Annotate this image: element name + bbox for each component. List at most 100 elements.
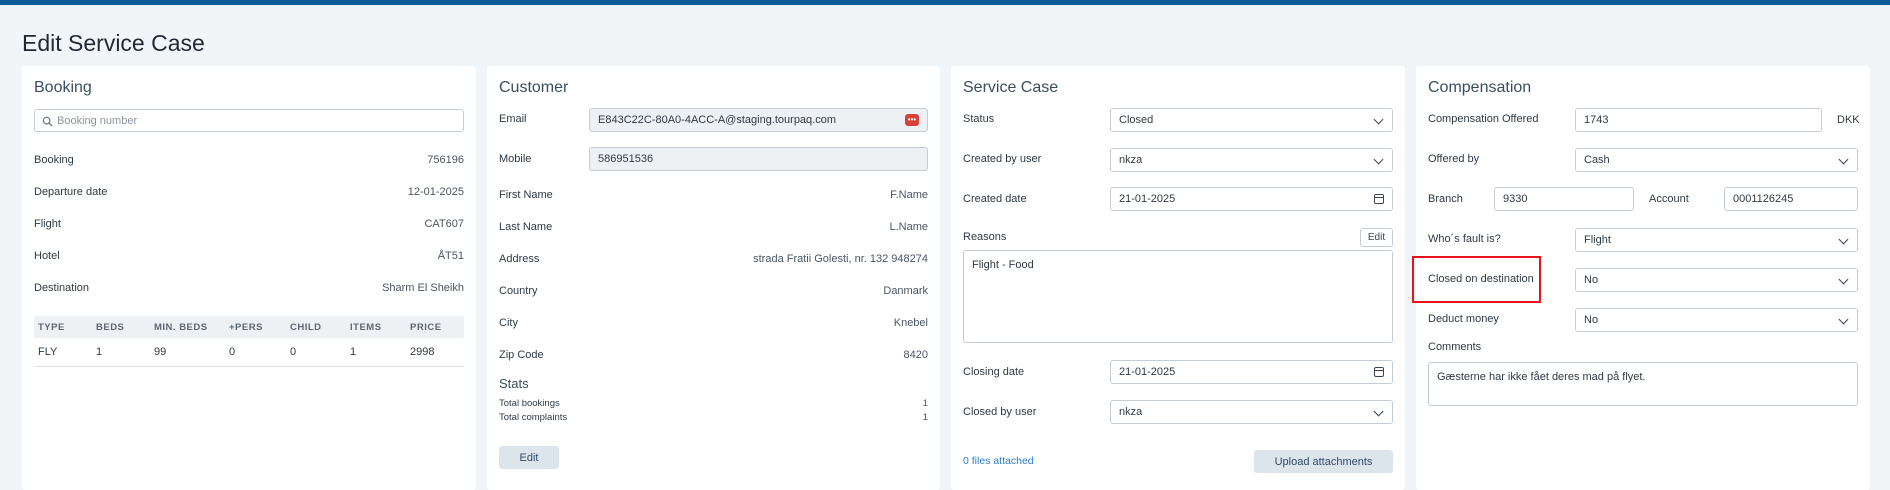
field-value: L.Name xyxy=(889,221,928,233)
created-date-value: 21-01-2025 xyxy=(1119,193,1176,205)
booking-table: TYPE BEDS MIN. BEDS +PERS CHILD ITEMS PR… xyxy=(34,316,464,367)
reasons-row: Reasons xyxy=(963,223,1393,251)
field-value: 12-01-2025 xyxy=(407,186,464,198)
booking-search-input[interactable]: Booking number xyxy=(34,109,464,132)
chevron-down-icon xyxy=(1373,114,1384,125)
page-title: Edit Service Case xyxy=(22,30,205,56)
table-cell: 1 xyxy=(92,338,150,367)
table-cell: 1 xyxy=(346,338,406,367)
stats-row: Total complaints 1 xyxy=(499,410,928,424)
customer-field: Country Danmark xyxy=(499,277,928,305)
customer-field: City Knebel xyxy=(499,309,928,337)
search-icon xyxy=(42,116,53,127)
mobile-label: Mobile xyxy=(499,153,532,165)
closed-destination-value: No xyxy=(1584,274,1599,286)
booking-field: Hotel ÅT51 xyxy=(34,242,464,270)
field-value: Sharm El Sheikh xyxy=(382,282,464,294)
chevron-down-icon xyxy=(1838,314,1849,325)
customer-field: Zip Code 8420 xyxy=(499,341,928,369)
password-manager-icon[interactable]: ••• xyxy=(905,114,919,126)
col-header: ITEMS xyxy=(346,316,406,338)
table-row[interactable]: FLY 1 99 0 0 1 2998 xyxy=(34,338,464,367)
created-date-field[interactable]: 21-01-2025 xyxy=(1110,187,1393,211)
offered-by-select[interactable]: Cash xyxy=(1575,148,1858,172)
customer-title: Customer xyxy=(499,79,569,96)
deduct-value: No xyxy=(1584,314,1599,326)
compensation-offered-field[interactable]: 1743 xyxy=(1575,108,1822,132)
account-label: Account xyxy=(1649,193,1689,205)
mobile-field[interactable]: 586951536 xyxy=(589,147,928,171)
customer-card: Customer Email E843C22C-80A0-4ACC-A@stag… xyxy=(487,66,940,490)
field-label: Departure date xyxy=(34,186,108,198)
branch-label: Branch xyxy=(1428,193,1463,205)
top-bar xyxy=(0,0,1890,5)
created-by-value: nkza xyxy=(1119,154,1143,166)
stats-row: Total bookings 1 xyxy=(499,396,928,410)
email-label: Email xyxy=(499,113,527,125)
table-cell: 0 xyxy=(286,338,346,367)
table-cell: FLY xyxy=(34,338,92,367)
chevron-down-icon xyxy=(1838,274,1849,285)
account-value: 0001126245 xyxy=(1733,193,1794,205)
status-label: Status xyxy=(963,113,995,125)
comments-text: Gæsterne har ikke fået deres mad på flye… xyxy=(1437,371,1646,383)
service-case-card: Service Case Status Closed Created by us… xyxy=(951,66,1405,490)
field-value: strada Fratii Golesti, nr. 132 948274 xyxy=(753,253,928,265)
upload-attachments-button[interactable]: Upload attachments xyxy=(1254,450,1393,473)
calendar-icon[interactable] xyxy=(1374,194,1384,204)
stats-label: Total bookings xyxy=(499,397,560,409)
chevron-down-icon xyxy=(1373,154,1384,165)
stats-label: Total complaints xyxy=(499,411,568,423)
col-header: PRICE xyxy=(406,316,464,338)
offered-by-label: Offered by xyxy=(1428,153,1480,165)
currency-label: DKK xyxy=(1837,114,1860,126)
booking-field: Departure date 12-01-2025 xyxy=(34,178,464,206)
booking-title: Booking xyxy=(34,79,92,96)
comments-textarea[interactable]: Gæsterne har ikke fået deres mad på flye… xyxy=(1428,362,1858,406)
table-cell: 0 xyxy=(225,338,286,367)
compensation-card: Compensation Compensation Offered 1743 D… xyxy=(1412,66,1870,490)
mobile-value: 586951536 xyxy=(598,153,654,165)
field-value: Danmark xyxy=(883,285,928,297)
closing-date-field[interactable]: 21-01-2025 xyxy=(1110,360,1393,384)
field-label: First Name xyxy=(499,189,553,201)
field-label: Booking xyxy=(34,154,74,166)
col-header: MIN. BEDS xyxy=(150,316,225,338)
calendar-icon[interactable] xyxy=(1374,367,1384,377)
reasons-textarea[interactable]: Flight - Food xyxy=(963,250,1393,343)
stats-value: 1 xyxy=(922,411,928,423)
created-by-select[interactable]: nkza xyxy=(1110,148,1393,172)
field-label: Zip Code xyxy=(499,349,544,361)
email-field[interactable]: E843C22C-80A0-4ACC-A@staging.tourpaq.com… xyxy=(589,108,928,132)
email-value: E843C22C-80A0-4ACC-A@staging.tourpaq.com xyxy=(598,114,837,126)
comments-label: Comments xyxy=(1428,341,1482,353)
col-header: CHILD xyxy=(286,316,346,338)
customer-field: First Name F.Name xyxy=(499,181,928,209)
booking-field: Flight CAT607 xyxy=(34,210,464,238)
field-value: ÅT51 xyxy=(437,250,464,262)
col-header: TYPE xyxy=(34,316,92,338)
closed-destination-select[interactable]: No xyxy=(1575,268,1858,292)
stats-title: Stats xyxy=(499,376,529,391)
reasons-label: Reasons xyxy=(963,231,1007,243)
status-select[interactable]: Closed xyxy=(1110,108,1393,132)
deduct-money-select[interactable]: No xyxy=(1575,308,1858,332)
customer-edit-button[interactable]: Edit xyxy=(499,446,559,469)
field-label: Country xyxy=(499,285,538,297)
col-header: +PERS xyxy=(225,316,286,338)
branch-field[interactable]: 9330 xyxy=(1494,187,1634,211)
field-value: 8420 xyxy=(903,349,928,361)
files-attached-link[interactable]: 0 files attached xyxy=(963,455,1034,467)
col-header: BEDS xyxy=(92,316,150,338)
chevron-down-icon xyxy=(1373,406,1384,417)
fault-label: Who´s fault is? xyxy=(1428,233,1501,245)
service-case-title: Service Case xyxy=(963,79,1059,96)
reasons-edit-button[interactable]: Edit xyxy=(1360,228,1393,247)
closed-destination-label: Closed on destination xyxy=(1428,273,1534,285)
offered-by-value: Cash xyxy=(1584,154,1610,166)
closed-by-select[interactable]: nkza xyxy=(1110,400,1393,424)
field-label: Address xyxy=(499,253,540,265)
closing-date-label: Closing date xyxy=(963,366,1025,378)
account-field[interactable]: 0001126245 xyxy=(1724,187,1858,211)
fault-select[interactable]: Flight xyxy=(1575,228,1858,252)
